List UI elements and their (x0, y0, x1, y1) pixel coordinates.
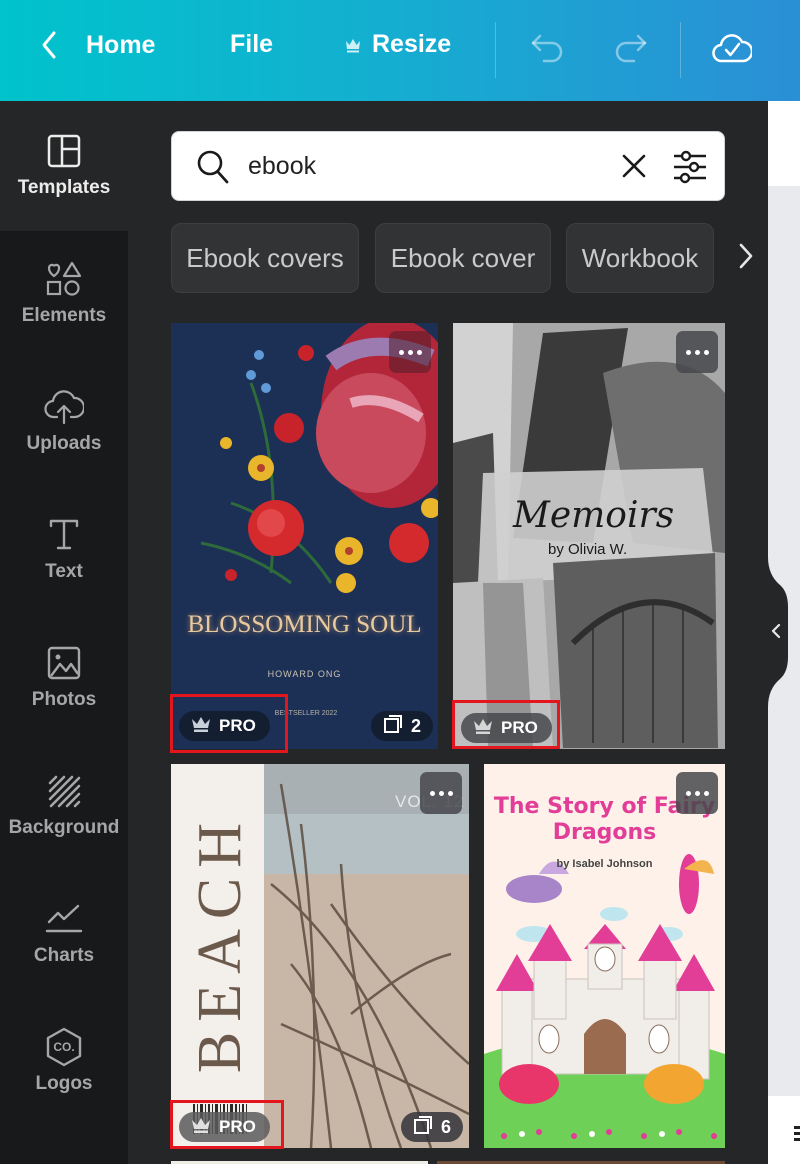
page-count: 6 (441, 1116, 452, 1137)
divider (495, 22, 496, 78)
sidebar-item-background[interactable]: Background (0, 771, 128, 871)
sidebar-item-label: Charts (33, 945, 95, 966)
more-options-button[interactable] (389, 331, 431, 373)
more-options-button[interactable] (676, 772, 718, 814)
redo-button[interactable] (612, 32, 648, 64)
chip-workbook[interactable]: Workbook (566, 223, 714, 293)
cover-title: BLOSSOMING SOUL (187, 611, 422, 638)
search-icon (196, 149, 230, 190)
more-options-button[interactable] (420, 772, 462, 814)
undo-button[interactable] (530, 32, 566, 64)
cover-author: by Olivia W. (548, 541, 628, 558)
more-options-button[interactable] (676, 331, 718, 373)
chevron-left-icon (40, 30, 58, 60)
collapse-panel-button[interactable] (768, 557, 790, 707)
sidebar-item-templates[interactable]: Templates (0, 131, 128, 231)
template-card[interactable]: BEACH VOL. 12 PRO 6 (171, 764, 469, 1148)
pro-label: PRO (219, 716, 256, 735)
elements-icon (44, 259, 84, 299)
cover-author: HOWARD ONG (267, 669, 342, 679)
drag-handle-icon[interactable] (790, 1124, 800, 1144)
sidebar-item-label: Logos (35, 1073, 93, 1094)
resize-button[interactable]: Resize (344, 30, 451, 59)
crown-icon (191, 1116, 211, 1139)
svg-text:CO.: CO. (53, 1040, 74, 1054)
templates-icon (44, 131, 84, 171)
clear-search-icon[interactable] (620, 152, 648, 185)
pro-badge: PRO (179, 1112, 270, 1142)
pro-label: PRO (219, 1117, 256, 1136)
sidebar: Templates Elements Uploads Text Photos B… (0, 101, 128, 1164)
pro-badge: PRO (461, 713, 552, 743)
cover-author: by Isabel Johnson (556, 858, 653, 870)
top-bar: Home File Resize (0, 0, 800, 101)
sidebar-item-logos[interactable]: CO. Logos (0, 1027, 128, 1127)
pages-icon (383, 714, 403, 739)
cover-title: BEACH (186, 812, 254, 1074)
chip-ebook-cover[interactable]: Ebook cover (375, 223, 551, 293)
sidebar-item-label: Templates (17, 177, 111, 198)
pro-label: PRO (501, 718, 538, 737)
search-box (171, 131, 725, 201)
sidebar-item-photos[interactable]: Photos (0, 643, 128, 743)
suggestion-chips: Ebook covers Ebook cover Workbook (171, 223, 771, 295)
cover-extra: BESTSELLER 2022 (274, 710, 338, 717)
sidebar-item-text[interactable]: Text (0, 515, 128, 615)
sidebar-item-charts[interactable]: Charts (0, 899, 128, 999)
redo-icon (612, 32, 648, 64)
template-card[interactable]: Memoirs by Olivia W. PRO (453, 323, 725, 749)
home-label: Home (86, 30, 156, 59)
resize-label: Resize (372, 30, 452, 58)
page-count-badge: 6 (401, 1112, 464, 1142)
template-card[interactable]: BLOSSOMING SOUL HOWARD ONG BESTSELLER 20… (171, 323, 438, 749)
text-icon (44, 515, 84, 555)
charts-icon (44, 899, 84, 939)
file-label: File (230, 30, 274, 58)
logos-icon: CO. (44, 1027, 84, 1067)
cover-title: Memoirs (513, 495, 675, 536)
chevron-left-icon (771, 623, 781, 644)
chip-ebook-covers[interactable]: Ebook covers (171, 223, 359, 293)
page-count: 2 (411, 715, 422, 736)
sidebar-item-uploads[interactable]: Uploads (0, 387, 128, 487)
home-button[interactable]: Home (40, 30, 155, 60)
cover-illustration (453, 323, 725, 749)
upload-cloud-icon (44, 387, 84, 427)
cloud-check-icon (712, 30, 752, 66)
sidebar-item-elements[interactable]: Elements (0, 259, 128, 359)
filter-icon[interactable] (672, 149, 708, 190)
chevron-right-icon (738, 242, 754, 275)
sidebar-item-label: Uploads (26, 433, 102, 454)
divider (680, 22, 681, 78)
template-card[interactable]: The Story of Fairy Dragons by Isabel Joh… (484, 764, 725, 1148)
pro-badge: PRO (179, 711, 270, 741)
search-input[interactable] (248, 148, 598, 184)
save-status-button[interactable] (712, 30, 752, 66)
crown-icon (473, 717, 493, 740)
pages-icon (413, 1115, 433, 1140)
chips-next-button[interactable] (726, 223, 766, 293)
background-icon (44, 771, 84, 811)
undo-icon (530, 32, 566, 64)
sidebar-item-label: Text (45, 561, 83, 582)
crown-icon (344, 36, 362, 54)
cover-illustration (200, 323, 438, 593)
crown-icon (191, 715, 211, 738)
sidebar-item-label: Elements (21, 305, 107, 326)
photos-icon (44, 643, 84, 683)
file-menu-button[interactable]: File (230, 30, 273, 59)
sidebar-item-label: Background (8, 817, 120, 838)
sidebar-item-label: Photos (31, 689, 97, 710)
page-count-badge: 2 (371, 711, 434, 741)
